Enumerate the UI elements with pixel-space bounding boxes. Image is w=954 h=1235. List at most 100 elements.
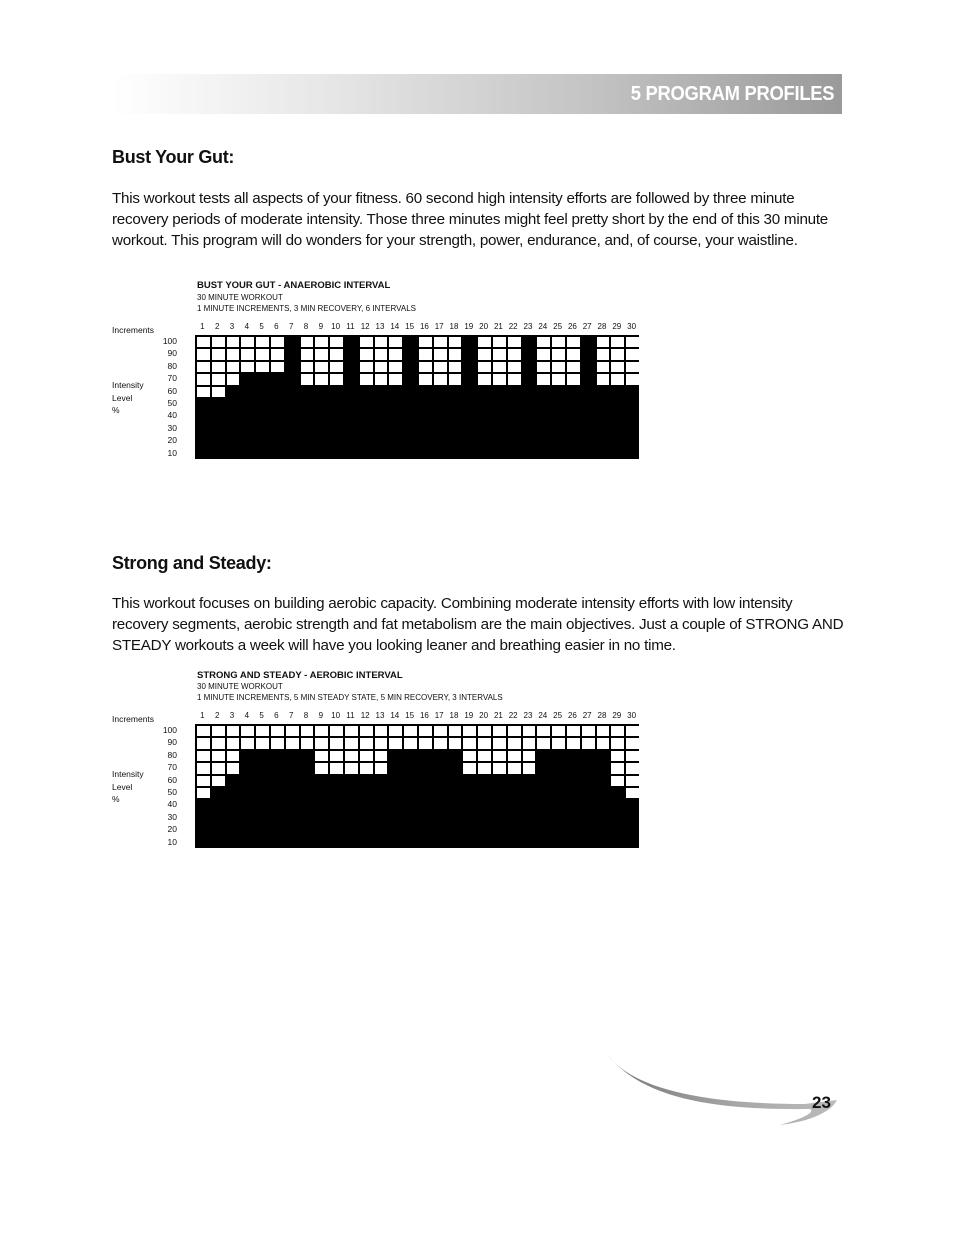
empty-cell [567, 726, 580, 737]
empty-cell [211, 763, 225, 774]
x-tick-label: 9 [318, 711, 324, 720]
x-tick-label: 4 [244, 322, 250, 331]
empty-cell [493, 763, 506, 774]
empty-cell [448, 337, 462, 348]
empty-cell [537, 374, 551, 385]
x-tick-label: 8 [303, 711, 309, 720]
x-axis-label: Increments [112, 325, 155, 335]
empty-cell [256, 726, 269, 737]
y-tick-label: 80 [167, 360, 177, 371]
intensity-bar [225, 724, 240, 848]
empty-cell [300, 726, 314, 737]
page-swoosh-decoration [608, 1055, 837, 1125]
empty-cell [389, 361, 403, 373]
empty-cell [315, 750, 329, 762]
empty-cell [197, 738, 210, 749]
empty-cell [552, 726, 565, 737]
empty-cell [271, 361, 284, 373]
x-tick-label: 15 [405, 711, 415, 720]
empty-cell [226, 738, 240, 749]
empty-cell [226, 349, 240, 360]
empty-cell [256, 738, 269, 749]
y-tick-label: 70 [167, 762, 177, 773]
empty-cell [241, 361, 255, 373]
intensity-bar [417, 335, 432, 459]
empty-cell [552, 738, 565, 749]
x-tick-label: 24 [538, 322, 548, 331]
empty-cell [507, 361, 521, 373]
intensity-bar [506, 724, 521, 848]
empty-cell [389, 349, 403, 360]
empty-cell [433, 374, 447, 385]
empty-cell [359, 361, 373, 373]
empty-cell [478, 738, 491, 749]
empty-cell [315, 337, 329, 348]
empty-cell [330, 738, 343, 749]
empty-cell [271, 738, 284, 749]
empty-cell [226, 750, 240, 762]
intensity-bar [580, 724, 595, 848]
intensity-bar [239, 724, 255, 848]
intensity-bar [358, 724, 373, 848]
empty-cell [256, 337, 269, 348]
empty-cell [389, 726, 403, 737]
empty-cell [359, 738, 373, 749]
empty-cell [315, 763, 329, 774]
empty-cell [197, 361, 210, 373]
x-tick-label: 26 [567, 711, 577, 720]
x-tick-label: 30 [627, 711, 637, 720]
empty-cell [596, 738, 610, 749]
empty-cell [211, 349, 225, 360]
empty-cell [374, 750, 388, 762]
empty-cell [507, 738, 521, 749]
y-tick-label: 60 [167, 774, 177, 785]
empty-cell [478, 763, 491, 774]
chart-strong-and-steady: STRONG AND STEADY - AEROBIC INTERVAL 30 … [0, 0, 954, 848]
empty-cell [493, 349, 506, 360]
intensity-bar [461, 335, 476, 459]
empty-cell [389, 738, 403, 749]
empty-cell [537, 738, 551, 749]
x-tick-label: 22 [508, 711, 518, 720]
empty-cell [271, 337, 284, 348]
empty-cell [211, 726, 225, 737]
empty-cell [241, 738, 255, 749]
empty-cell [404, 738, 417, 749]
empty-cell [300, 337, 314, 348]
empty-cell [537, 337, 551, 348]
y-tick-label: 10 [167, 836, 177, 847]
intensity-bar [624, 335, 639, 459]
empty-cell [300, 374, 314, 385]
intensity-bar [550, 724, 565, 848]
empty-cell [478, 750, 491, 762]
x-tick-label: 2 [214, 322, 220, 331]
empty-cell [285, 738, 299, 749]
x-tick-label: 22 [508, 322, 518, 331]
x-tick-label: 11 [346, 711, 355, 720]
x-tick-label: 5 [259, 322, 264, 331]
empty-cell [626, 763, 639, 774]
section-body-strong-and-steady: This workout focuses on building aerobic… [112, 595, 844, 654]
empty-cell [389, 374, 403, 385]
x-tick-label: 1 [200, 711, 205, 720]
section-title-strong-and-steady: Strong and Steady: [112, 553, 272, 573]
empty-cell [522, 726, 536, 737]
empty-cell [581, 726, 595, 737]
intensity-bar [461, 724, 477, 848]
x-tick-label: 27 [582, 322, 592, 331]
empty-cell [493, 361, 506, 373]
x-tick-label: 21 [493, 322, 503, 331]
x-tick-label: 6 [274, 711, 279, 720]
empty-cell [567, 738, 580, 749]
empty-cell [611, 775, 625, 786]
x-tick-label: 13 [375, 711, 385, 720]
intensity-bar [269, 335, 284, 459]
empty-cell [419, 726, 432, 737]
intensity-bar [535, 724, 551, 848]
y-tick-label: 50 [167, 398, 177, 408]
empty-cell [330, 726, 343, 737]
empty-cell [596, 337, 610, 348]
empty-cell [197, 750, 210, 762]
empty-cell [433, 726, 447, 737]
intensity-bar [225, 335, 240, 459]
